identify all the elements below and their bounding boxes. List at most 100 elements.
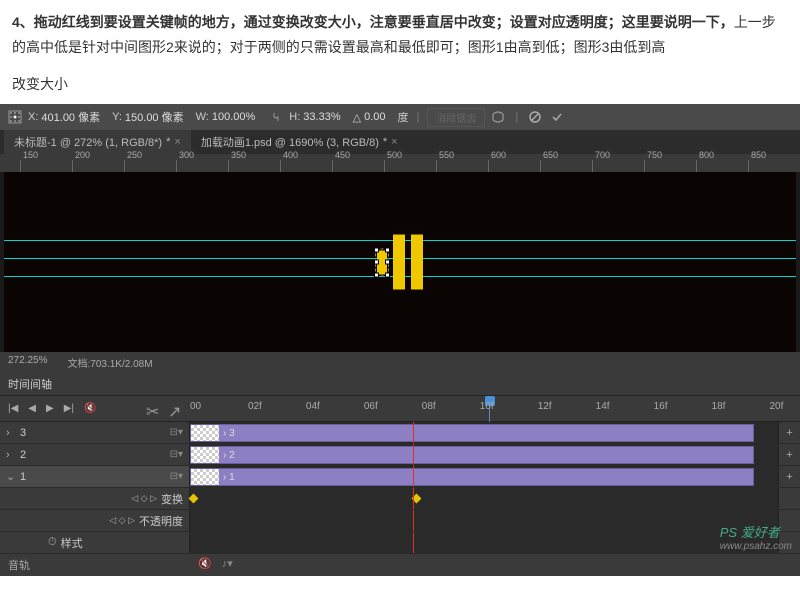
commit-icon[interactable] — [548, 108, 566, 126]
transform-toolbar: X:401.00 像素 Y:150.00 像素 W:100.00% H:33.3… — [0, 104, 800, 130]
track-menu-icon[interactable]: ⊟▾ — [170, 449, 183, 460]
track-row[interactable]: › 2 ⊟▾ › 2 + — [0, 444, 800, 466]
frame-label: 08f — [422, 401, 436, 412]
shape-2[interactable] — [393, 235, 405, 290]
track-name: 2 — [20, 449, 26, 461]
next-frame-button[interactable]: ▶| — [64, 403, 74, 414]
shapes-group — [377, 235, 423, 290]
y-value[interactable]: 150.00 像素 — [125, 109, 184, 125]
doc-size: 文档:703.1K/2.08M — [67, 355, 152, 370]
ruler-tick: 500 — [384, 160, 402, 172]
add-track-button[interactable]: + — [778, 422, 800, 443]
current-time-indicator — [413, 466, 414, 487]
y-label: Y: — [112, 111, 122, 123]
track-menu-icon[interactable]: ⊟▾ — [170, 427, 183, 438]
timeline-ruler[interactable]: 0002f04f06f08f10f12f14f16f18f20f — [190, 396, 800, 422]
watermark: PS 爱好者 www.psahz.com — [720, 522, 792, 552]
first-frame-button[interactable]: |◀ — [8, 403, 18, 414]
ruler-tick: 750 — [644, 160, 662, 172]
shape-1-selected[interactable] — [377, 250, 387, 274]
track-row[interactable]: ⌄ 1 ⊟▾ › 1 + — [0, 466, 800, 488]
antialias-button[interactable]: 消除锯齿 — [427, 108, 485, 127]
timeline-footer: 音轨 🔇 ♪▾ — [0, 554, 800, 576]
frame-label: 00 — [190, 401, 201, 412]
current-time-indicator — [413, 510, 414, 531]
audio-icon[interactable]: 🔇 — [84, 403, 96, 414]
frame-label: 20f — [770, 401, 784, 412]
ruler-tick: 400 — [280, 160, 298, 172]
tab-document-2[interactable]: 加载动画1.psd @ 1690% (3, RGB/8)* × — [191, 130, 408, 154]
play-button[interactable]: ▶ — [46, 403, 54, 414]
keyframe-nav[interactable]: ◁ ◇ ▷ — [131, 493, 157, 504]
property-label: 变换 — [161, 491, 183, 507]
status-bar: 272.25% 文档:703.1K/2.08M — [0, 352, 800, 373]
property-row-style[interactable]: ⏱ 样式 — [0, 532, 800, 554]
video-clip[interactable]: › 3 — [190, 424, 754, 442]
property-label: 不透明度 — [139, 513, 183, 529]
track-menu-icon[interactable]: ⊟▾ — [170, 471, 183, 482]
frame-label: 12f — [538, 401, 552, 412]
link-icon[interactable] — [267, 108, 285, 126]
instruction-text: 4、拖动红线到要设置关键帧的地方，通过变换改变大小，注意要垂直居中改变；设置对应… — [0, 0, 800, 70]
zoom-level[interactable]: 272.25% — [8, 355, 47, 370]
shape-3[interactable] — [411, 235, 423, 290]
property-row-transform[interactable]: ◁ ◇ ▷ 变换 — [0, 488, 800, 510]
property-row-opacity[interactable]: ◁ ◇ ▷ 不透明度 — [0, 510, 800, 532]
prev-frame-button[interactable]: ◀ — [28, 403, 36, 414]
split-icon[interactable]: ✂ — [146, 402, 160, 416]
audio-mute-icon[interactable]: 🔇 — [198, 557, 212, 573]
frame-label: 06f — [364, 401, 378, 412]
ruler-tick: 700 — [592, 160, 610, 172]
ruler-tick: 600 — [488, 160, 506, 172]
video-clip[interactable]: › 2 — [190, 446, 754, 464]
expand-toggle[interactable]: › — [6, 449, 16, 461]
frame-label: 04f — [306, 401, 320, 412]
timeline-title: 时间间轴 — [0, 373, 800, 396]
frame-label: 02f — [248, 401, 262, 412]
keyframe-nav[interactable]: ◁ ◇ ▷ — [109, 515, 135, 526]
transition-icon[interactable]: ↗ — [168, 402, 182, 416]
ruler-tick: 800 — [696, 160, 714, 172]
close-icon[interactable]: × — [391, 136, 397, 148]
h-value[interactable]: 33.33% — [303, 111, 340, 123]
ruler-tick: 650 — [540, 160, 558, 172]
canvas[interactable] — [4, 172, 796, 352]
warp-icon[interactable] — [489, 108, 507, 126]
current-time-indicator — [413, 488, 414, 509]
audio-track-label: 音轨 — [0, 554, 190, 576]
ruler-tick: 550 — [436, 160, 454, 172]
canvas-area: 1502002503003504004505005506006507007508… — [0, 154, 800, 373]
w-value[interactable]: 100.00% — [212, 111, 255, 123]
ruler-tick: 850 — [748, 160, 766, 172]
track-row[interactable]: › 3 ⊟▾ › 3 + — [0, 422, 800, 444]
clip-label: › 2 — [219, 450, 235, 461]
close-icon[interactable]: × — [174, 136, 180, 148]
reference-point-icon[interactable] — [6, 108, 24, 126]
video-clip[interactable]: › 1 — [190, 468, 754, 486]
add-track-button[interactable]: + — [778, 466, 800, 487]
x-value[interactable]: 401.00 像素 — [41, 109, 100, 125]
audio-add-icon[interactable]: ♪▾ — [222, 557, 233, 573]
frame-label: 10f — [480, 401, 494, 412]
clip-label: › 3 — [219, 428, 235, 439]
expand-toggle[interactable]: ⌄ — [6, 470, 16, 483]
angle-value[interactable]: 0.00 — [364, 111, 385, 123]
property-label: 样式 — [61, 535, 83, 551]
x-label: X: — [28, 111, 38, 123]
expand-toggle[interactable]: › — [6, 427, 16, 439]
ruler-tick: 450 — [332, 160, 350, 172]
horizontal-ruler[interactable]: 1502002503003504004505005506006507007508… — [0, 154, 800, 172]
cancel-icon[interactable] — [526, 108, 544, 126]
keyframe-diamond[interactable] — [189, 494, 199, 504]
frame-label: 14f — [596, 401, 610, 412]
sub-title: 改变大小 — [0, 70, 800, 104]
ruler-tick: 150 — [20, 160, 38, 172]
stopwatch-icon[interactable]: ⏱ — [48, 536, 57, 549]
track-name: 1 — [20, 471, 26, 483]
current-time-indicator — [413, 422, 414, 443]
ruler-tick: 200 — [72, 160, 90, 172]
current-time-indicator — [413, 532, 414, 553]
frame-label: 18f — [712, 401, 726, 412]
ruler-tick: 250 — [124, 160, 142, 172]
add-track-button[interactable]: + — [778, 444, 800, 465]
